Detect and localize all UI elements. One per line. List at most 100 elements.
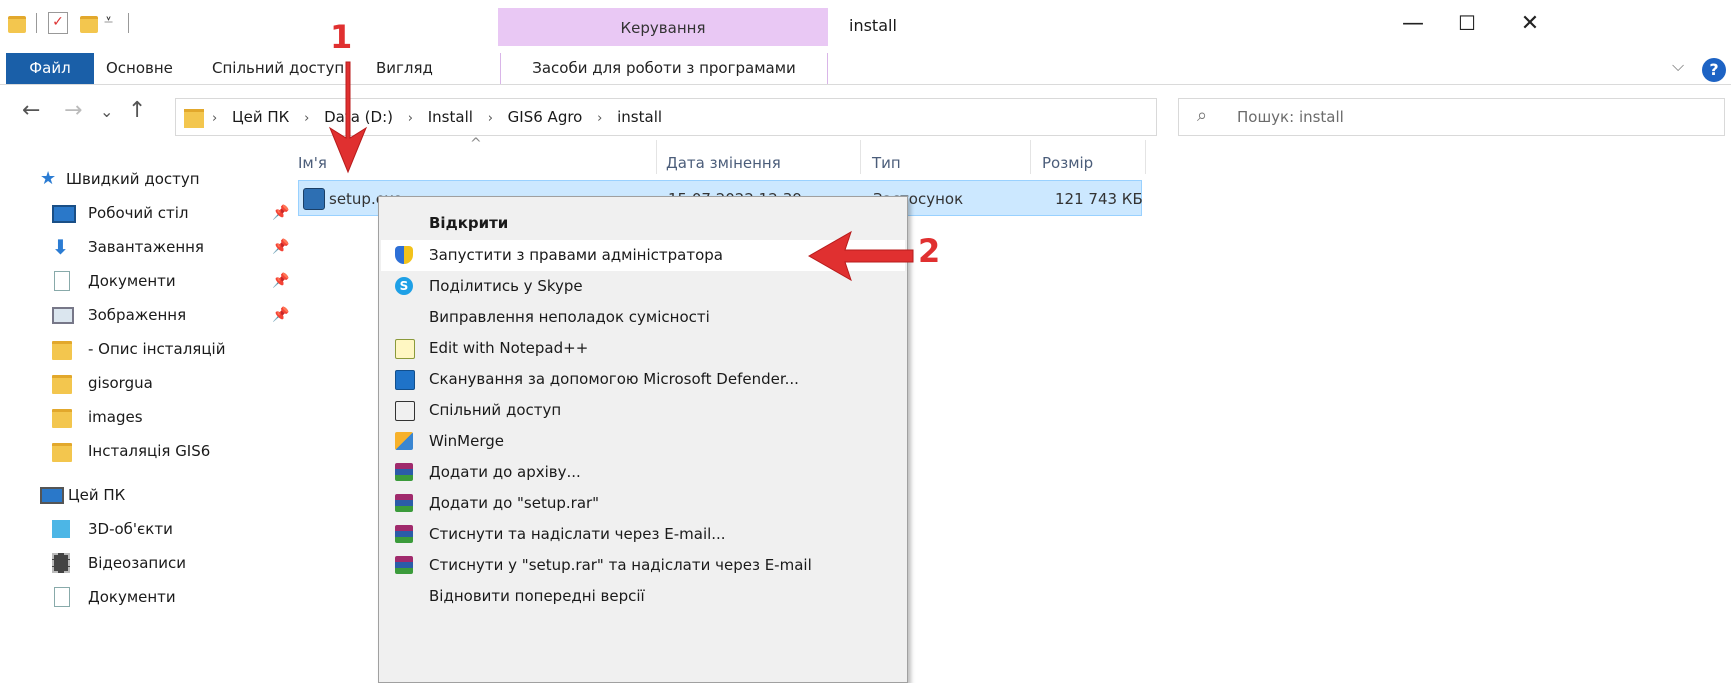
sidebar-item-label: Завантаження <box>88 238 204 256</box>
toolbar-separator <box>36 13 37 33</box>
recent-locations-icon[interactable]: ⌄ <box>100 102 113 121</box>
quick-access-dropdown-icon[interactable]: ⩡ <box>104 10 113 30</box>
menu-item-add-to-archive[interactable]: Додати до архіву... <box>381 457 905 488</box>
ribbon-collapse-icon[interactable]: ⌵ <box>1672 56 1684 76</box>
ribbon-tabs: Файл Основне Спільний доступ Вигляд Засо… <box>0 46 1731 85</box>
winrar-icon <box>395 525 413 543</box>
menu-item-label: WinMerge <box>429 432 504 450</box>
menu-item-label: Edit with Notepad++ <box>429 339 589 357</box>
breadcrumb-separator[interactable]: › <box>488 101 493 137</box>
menu-item-winmerge[interactable]: WinMerge <box>381 426 905 457</box>
sidebar-item-documents[interactable]: Документи 📌 <box>0 264 300 298</box>
breadcrumb-this-pc[interactable]: Цей ПК <box>232 99 289 135</box>
sidebar-item-label: Відеозаписи <box>88 554 186 572</box>
star-icon: ★ <box>40 168 57 189</box>
sidebar-item-label: Зображення <box>88 306 187 324</box>
sidebar-item-pc-documents[interactable]: Документи <box>0 580 300 614</box>
sidebar-item-gis6-install[interactable]: Інсталяція GIS6 <box>0 434 300 468</box>
window-title: install <box>849 16 897 35</box>
breadcrumb-separator[interactable]: › <box>597 101 602 137</box>
sidebar-item-label: Документи <box>88 588 176 606</box>
folder-icon[interactable] <box>8 16 26 33</box>
desktop-icon <box>52 205 76 223</box>
menu-item-label: Відновити попередні версії <box>429 587 645 605</box>
menu-item-add-to-setup-rar[interactable]: Додати до "setup.rar" <box>381 488 905 519</box>
sidebar-item-label: 3D-об'єкти <box>88 520 173 538</box>
sidebar-item-label: gisorgua <box>88 374 153 392</box>
tab-view[interactable]: Вигляд <box>376 53 433 84</box>
sidebar-item-3d-objects[interactable]: 3D-об'єкти <box>0 512 300 546</box>
menu-item-troubleshoot-compatibility[interactable]: Виправлення неполадок сумісності <box>381 302 905 333</box>
menu-item-defender-scan[interactable]: Сканування за допомогою Microsoft Defend… <box>381 364 905 395</box>
minimize-button[interactable]: — <box>1390 8 1436 38</box>
menu-item-label: Виправлення неполадок сумісності <box>429 308 710 326</box>
column-header-size[interactable]: Розмір <box>1042 148 1093 178</box>
sidebar-item-label: Інсталяція GIS6 <box>88 442 211 460</box>
maximize-button[interactable]: ☐ <box>1444 8 1490 38</box>
menu-item-label: Стиснути та надіслати через E-mail... <box>429 525 726 543</box>
back-arrow-icon[interactable]: ← <box>22 98 40 123</box>
cube-3d-icon <box>52 520 70 538</box>
close-button[interactable]: ✕ <box>1507 8 1553 38</box>
menu-item-edit-notepadpp[interactable]: Edit with Notepad++ <box>381 333 905 364</box>
menu-item-compress-setup-rar-email[interactable]: Стиснути у "setup.rar" та надіслати чере… <box>381 550 905 581</box>
winrar-icon <box>395 494 413 512</box>
sidebar-item-images[interactable]: images <box>0 400 300 434</box>
breadcrumb-separator[interactable]: › <box>304 101 309 137</box>
annotation-arrow-down <box>328 61 368 174</box>
forward-arrow-icon[interactable]: → <box>64 98 82 123</box>
help-button[interactable]: ? <box>1702 58 1726 82</box>
folder-icon <box>52 443 72 462</box>
sidebar-quick-access[interactable]: ★ Швидкий доступ <box>0 162 300 196</box>
up-arrow-icon[interactable]: ↑ <box>128 98 146 123</box>
tab-file[interactable]: Файл <box>6 53 94 84</box>
sidebar-this-pc[interactable]: Цей ПК <box>0 478 300 512</box>
breadcrumb-gis6-agro[interactable]: GIS6 Agro <box>508 99 583 135</box>
column-divider[interactable] <box>860 140 861 174</box>
folder-icon <box>52 341 72 360</box>
breadcrumb-install[interactable]: Install <box>428 99 473 135</box>
tab-home[interactable]: Основне <box>106 53 173 84</box>
menu-item-label: Поділитись у Skype <box>429 277 583 295</box>
column-header-type[interactable]: Тип <box>872 148 901 178</box>
menu-item-restore-previous-versions[interactable]: Відновити попередні версії <box>381 581 905 612</box>
column-divider[interactable] <box>1030 140 1031 174</box>
sidebar-item-gisorgua[interactable]: gisorgua <box>0 366 300 400</box>
search-box: ⌕ <box>1178 98 1725 136</box>
column-header-date[interactable]: Дата змінення <box>666 148 781 178</box>
breadcrumb-current-folder[interactable]: install <box>617 99 662 135</box>
navigation-pane: ★ Швидкий доступ Робочий стіл 📌 ⬇ Завант… <box>0 160 300 681</box>
column-divider[interactable] <box>1145 140 1146 174</box>
menu-item-share[interactable]: Спільний доступ <box>381 395 905 426</box>
column-divider[interactable] <box>656 140 657 174</box>
menu-item-label: Відкрити <box>429 214 509 232</box>
menu-item-compress-email[interactable]: Стиснути та надіслати через E-mail... <box>381 519 905 550</box>
sidebar-item-label: - Опис інсталяцій <box>88 340 226 358</box>
folder-icon <box>52 409 72 428</box>
pin-icon: 📌 <box>272 273 290 289</box>
search-input[interactable] <box>1235 104 1709 130</box>
toolbar-separator <box>128 13 129 33</box>
breadcrumb-separator[interactable]: › <box>408 101 413 137</box>
menu-item-label: Спільний доступ <box>429 401 562 419</box>
winrar-icon <box>395 463 413 481</box>
folder-icon <box>52 375 72 394</box>
sidebar-item-label: images <box>88 408 143 426</box>
properties-check-icon[interactable]: ✓ <box>48 12 68 34</box>
document-icon <box>54 587 70 607</box>
breadcrumb: › Цей ПК › Data (D:) › Install › GIS6 Ag… <box>212 99 672 135</box>
file-size: 121 743 КБ <box>1055 190 1143 208</box>
sidebar-item-downloads[interactable]: ⬇ Завантаження 📌 <box>0 230 300 264</box>
pin-icon: 📌 <box>272 205 290 221</box>
tab-application-tools[interactable]: Засоби для роботи з програмами <box>500 53 828 84</box>
annotation-arrow-left <box>807 230 914 282</box>
new-folder-icon[interactable] <box>80 16 98 33</box>
sidebar-item-desktop[interactable]: Робочий стіл 📌 <box>0 196 300 230</box>
notepad-plus-icon <box>395 339 415 359</box>
sidebar-item-videos[interactable]: Відеозаписи <box>0 546 300 580</box>
sidebar-item-pictures[interactable]: Зображення 📌 <box>0 298 300 332</box>
document-icon <box>54 271 70 291</box>
download-arrow-icon: ⬇ <box>52 235 69 259</box>
menu-item-label: Додати до "setup.rar" <box>429 494 600 512</box>
sidebar-item-install-description[interactable]: - Опис інсталяцій <box>0 332 300 366</box>
